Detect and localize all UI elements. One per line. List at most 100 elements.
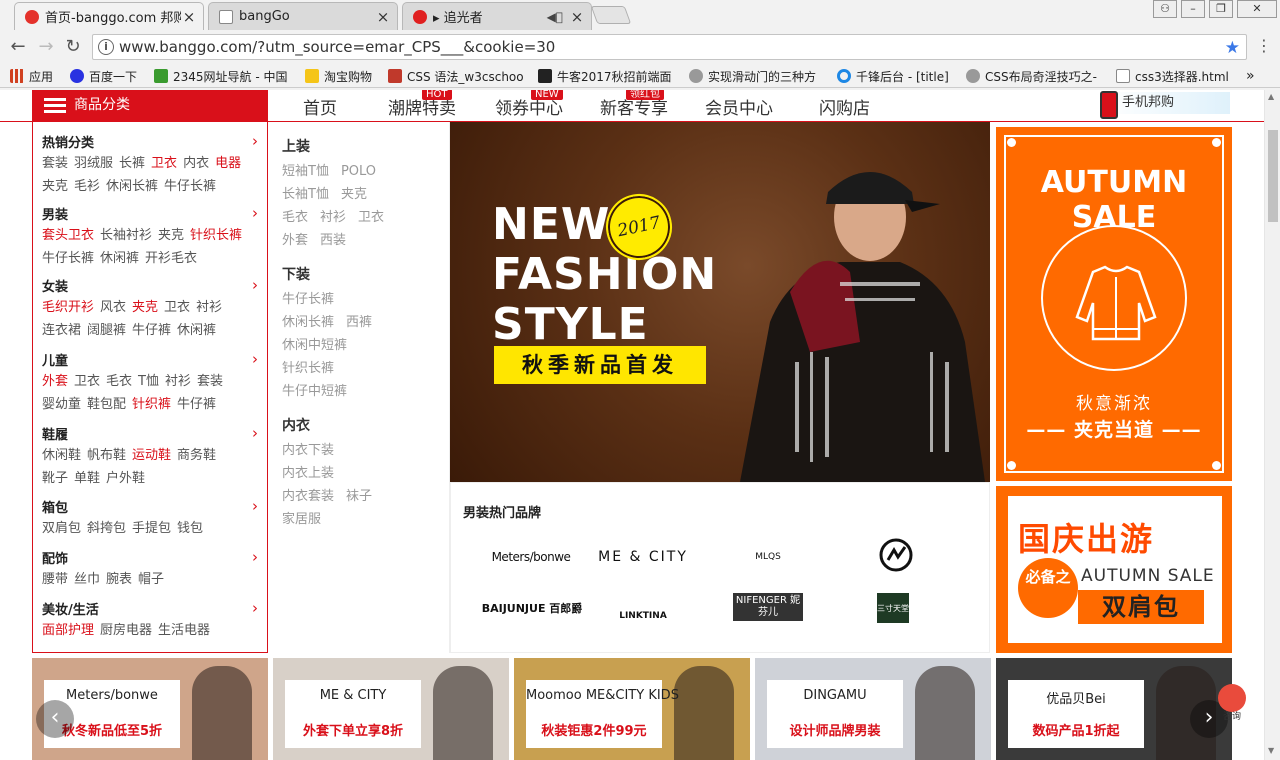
back-icon[interactable]: ← (7, 36, 29, 57)
category-link[interactable]: 电器 (215, 156, 241, 171)
category-link[interactable]: 连衣裙 (42, 323, 81, 338)
restore-button[interactable]: ❐ (1209, 0, 1233, 18)
bookmarks-overflow-icon[interactable]: » (1246, 67, 1255, 85)
address-bar[interactable]: i www.banggo.com/?utm_source=emar_CPS___… (92, 34, 1247, 60)
browser-menu-icon[interactable]: ⋮ (1256, 36, 1272, 55)
category-link[interactable]: 休闲裤 (100, 251, 139, 266)
subcategory-link[interactable]: 西裤 (346, 315, 372, 330)
audio-playing-icon[interactable]: ◀ﾞ (547, 10, 563, 24)
nav-coupon-center[interactable]: NEW 领券中心 (495, 90, 563, 119)
minimize-button[interactable]: – (1181, 0, 1205, 18)
new-tab-button[interactable] (590, 6, 632, 24)
subcategory-link[interactable]: 牛仔中短裤 (282, 384, 347, 399)
brand-logo-baijunjue[interactable]: BAIJUNJUE 百郎爵 (473, 591, 591, 625)
scrollbar-thumb[interactable] (1268, 130, 1278, 222)
nav-member-center[interactable]: 会员中心 (705, 94, 773, 119)
brand-logo-linktina[interactable]: LINKTINA (601, 589, 685, 623)
category-link[interactable]: 钱包 (177, 521, 203, 536)
category-title[interactable]: 美妆/生活 (42, 599, 262, 619)
subcategory-link[interactable]: POLO (341, 164, 376, 179)
subcategory-link[interactable]: 西装 (320, 233, 346, 248)
category-link[interactable]: 户外鞋 (106, 471, 145, 486)
category-link[interactable]: 卫衣 (151, 156, 177, 171)
category-link[interactable]: T恤 (138, 374, 159, 389)
bookmark-sliding-door[interactable]: 实现滑动门的三种方 (689, 67, 816, 85)
reload-icon[interactable]: ↻ (62, 36, 84, 57)
category-link[interactable]: 休闲鞋 (42, 448, 81, 463)
category-link[interactable]: 针织裤 (132, 397, 171, 412)
tab-banggo-home[interactable]: 首页-banggo.com 邦购 × (14, 2, 204, 30)
subcategory-title[interactable]: 下装 (282, 264, 442, 288)
category-link[interactable]: 套装 (197, 374, 223, 389)
subcategory-link[interactable]: 外套 (282, 233, 308, 248)
subcategory-link[interactable]: 内衣套装 (282, 489, 334, 504)
nav-home[interactable]: 首页 (303, 94, 337, 119)
customer-service-button[interactable]: 咨询 (1212, 684, 1252, 724)
category-link[interactable]: 帽子 (138, 572, 164, 587)
brand-tile[interactable]: DINGAMU 设计师品牌男装 (755, 658, 991, 760)
category-link[interactable]: 衬衫 (165, 374, 191, 389)
category-link[interactable]: 面部护理 (42, 623, 94, 638)
subcategory-link[interactable]: 卫衣 (358, 210, 384, 225)
subcategory-link[interactable]: 家居服 (282, 512, 321, 527)
category-title[interactable]: 箱包 (42, 497, 262, 517)
category-link[interactable]: 长袖衬衫 (100, 228, 152, 243)
chevron-right-icon[interactable]: › (252, 548, 258, 566)
brand-logo-me-city[interactable]: ME & CITY (586, 540, 700, 574)
chevron-right-icon[interactable]: › (252, 276, 258, 294)
category-link[interactable]: 生活电器 (158, 623, 210, 638)
forward-icon[interactable]: → (35, 36, 57, 57)
category-link[interactable]: 靴子 (42, 471, 68, 486)
subcategory-link[interactable]: 针织长裤 (282, 361, 334, 376)
category-link[interactable]: 运动鞋 (132, 448, 171, 463)
category-link[interactable]: 商务鞋 (177, 448, 216, 463)
category-link[interactable]: 卫衣 (164, 300, 190, 315)
category-link[interactable]: 外套 (42, 374, 68, 389)
category-link[interactable]: 夹克 (158, 228, 184, 243)
brand-logo-mlqs[interactable]: MLQS (736, 540, 800, 574)
category-link[interactable]: 双肩包 (42, 521, 81, 536)
scroll-up-icon[interactable]: ▲ (1268, 92, 1274, 101)
category-title[interactable]: 配饰 (42, 548, 262, 568)
brand-logo-sancun[interactable]: 三寸天堂 (877, 593, 909, 623)
category-link[interactable]: 内衣 (183, 156, 209, 171)
subcategory-link[interactable]: 休闲中短裤 (282, 338, 347, 353)
category-link[interactable]: 牛仔裤 (177, 397, 216, 412)
chevron-right-icon[interactable]: › (252, 424, 258, 442)
category-link[interactable]: 牛仔裤 (132, 323, 171, 338)
subcategory-title[interactable]: 上装 (282, 136, 442, 160)
profile-icon[interactable]: ⚇ (1153, 0, 1177, 18)
subcategory-link[interactable]: 毛衣 (282, 210, 308, 225)
category-link[interactable]: 卫衣 (74, 374, 100, 389)
bookmark-taobao[interactable]: 淘宝购物 (305, 67, 372, 85)
carousel-prev-button[interactable]: ‹ (36, 700, 74, 738)
category-link[interactable]: 鞋包配 (87, 397, 126, 412)
category-link[interactable]: 阔腿裤 (87, 323, 126, 338)
category-link[interactable]: 夹克 (42, 179, 68, 194)
site-info-icon[interactable]: i (98, 39, 114, 55)
category-link[interactable]: 帆布鞋 (87, 448, 126, 463)
category-link[interactable]: 衬衫 (196, 300, 222, 315)
subcategory-link[interactable]: 短袖T恤 (282, 164, 329, 179)
category-title[interactable]: 热销分类 (42, 132, 262, 152)
brand-tile[interactable]: ME & CITY 外套下单立享8折 (273, 658, 509, 760)
subcategory-link[interactable]: 休闲长裤 (282, 315, 334, 330)
category-link[interactable]: 厨房电器 (100, 623, 152, 638)
category-link[interactable]: 毛衣 (106, 374, 132, 389)
nav-new-customer[interactable]: 领红包 新客专享 (600, 90, 668, 119)
tab-close-icon[interactable]: × (181, 8, 197, 26)
category-link[interactable]: 斜挎包 (87, 521, 126, 536)
brand-tile[interactable]: Moomoo ME&CITY KIDS 秋装钜惠2件99元 (514, 658, 750, 760)
category-link[interactable]: 毛衫 (74, 179, 100, 194)
category-link[interactable]: 长裤 (119, 156, 145, 171)
category-link[interactable]: 针织长裤 (190, 228, 242, 243)
brand-logo-she-instan[interactable] (861, 538, 931, 572)
brand-logo-nifenger[interactable]: NIFENGER 妮芬儿 (733, 593, 803, 621)
tab-banggo[interactable]: bangGo × (208, 2, 398, 30)
category-link[interactable]: 风衣 (100, 300, 126, 315)
category-link[interactable]: 牛仔长裤 (42, 251, 94, 266)
chevron-right-icon[interactable]: › (252, 497, 258, 515)
bookmark-baidu[interactable]: 百度一下 (70, 67, 137, 85)
subcategory-link[interactable]: 内衣下装 (282, 443, 334, 458)
subcategory-link[interactable]: 夹克 (341, 187, 367, 202)
